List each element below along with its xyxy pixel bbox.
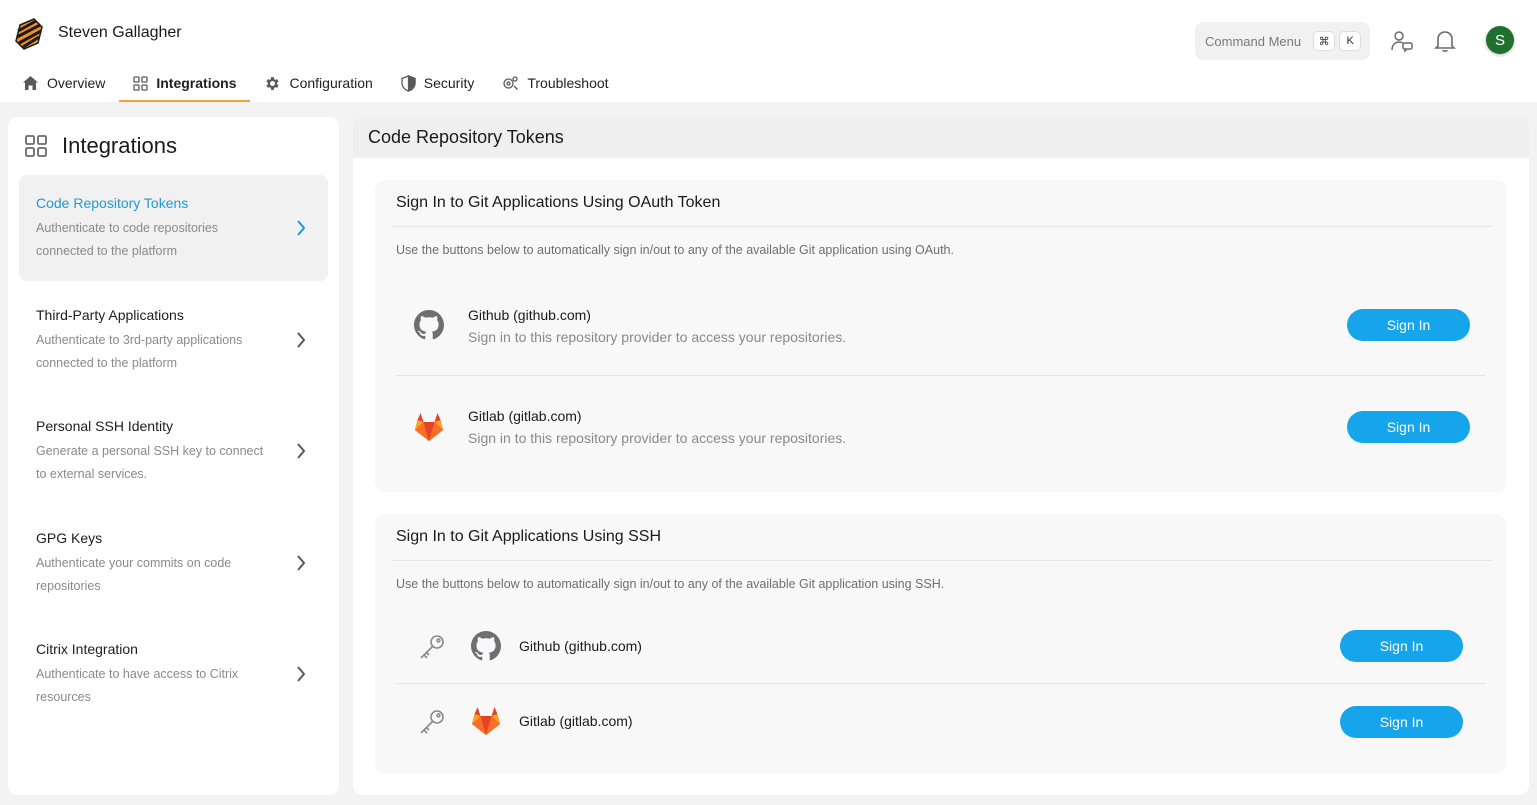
sidebar: Integrations Code Repository Tokens Auth…	[8, 117, 339, 795]
provider-desc: Sign in to this repository provider to a…	[468, 430, 847, 446]
sidebar-item-code-repository-tokens[interactable]: Code Repository Tokens Authenticate to c…	[19, 175, 328, 281]
command-menu-button[interactable]: Command Menu ⌘ K	[1195, 22, 1370, 60]
bell-icon[interactable]	[1432, 28, 1458, 54]
sidebar-title: Integrations	[24, 133, 177, 159]
chevron-right-icon	[297, 332, 306, 348]
grid-icon	[133, 75, 149, 91]
chevron-right-icon	[297, 443, 306, 459]
gitlab-icon	[469, 704, 503, 738]
chevron-right-icon	[297, 220, 306, 236]
command-key: ⌘	[1313, 31, 1336, 51]
tab-troubleshoot[interactable]: Troubleshoot	[488, 64, 622, 102]
troubleshoot-icon	[503, 75, 519, 90]
sidebar-item-title: Code Repository Tokens	[36, 195, 189, 211]
tab-label: Integrations	[156, 75, 237, 91]
sidebar-item-desc: Generate a personal SSH key to connect t…	[36, 444, 264, 481]
gear-icon	[266, 76, 280, 90]
provider-name: Gitlab (gitlab.com)	[519, 713, 633, 729]
sidebar-item-title: Citrix Integration	[36, 641, 138, 657]
tab-overview[interactable]: Overview	[0, 64, 119, 102]
github-icon	[412, 308, 446, 342]
sidebar-item-desc: Authenticate to have access to Citrix re…	[36, 667, 239, 704]
user-chat-icon[interactable]	[1389, 28, 1415, 54]
ssh-card-title: Sign In to Git Applications Using SSH	[396, 528, 662, 545]
divider	[396, 683, 1486, 684]
tab-label: Configuration	[289, 75, 373, 91]
grid-icon	[25, 135, 47, 157]
github-oauth-sign-in-button[interactable]: Sign In	[1347, 309, 1470, 341]
tab-label: Troubleshoot	[527, 75, 609, 91]
app-logo-icon[interactable]	[14, 17, 44, 51]
sidebar-item-desc: Authenticate your commits on code reposi…	[36, 556, 232, 593]
home-icon	[23, 76, 38, 90]
provider-name: Github (github.com)	[468, 307, 591, 323]
divider	[391, 560, 1492, 561]
chevron-right-icon	[297, 666, 306, 682]
shield-icon	[401, 74, 416, 92]
key-icon	[415, 630, 449, 664]
command-menu-label: Command Menu	[1205, 33, 1302, 49]
k-key: K	[1339, 31, 1362, 51]
divider	[396, 375, 1486, 376]
provider-name: Gitlab (gitlab.com)	[468, 408, 582, 424]
divider	[391, 226, 1492, 227]
github-icon	[469, 629, 503, 663]
sidebar-item-gpg-keys[interactable]: GPG Keys Authenticate your commits on co…	[19, 510, 328, 616]
top-header: Steven Gallagher Command Menu ⌘ K S Over…	[0, 0, 1537, 102]
gitlab-icon	[412, 410, 446, 444]
ssh-card-desc: Use the buttons below to automatically s…	[396, 577, 945, 591]
main-panel: Code Repository Tokens Sign In to Git Ap…	[353, 117, 1529, 795]
tab-configuration[interactable]: Configuration	[250, 64, 386, 102]
key-icon	[415, 705, 449, 739]
gitlab-oauth-sign-in-button[interactable]: Sign In	[1347, 411, 1470, 443]
user-name: Steven Gallagher	[58, 24, 182, 41]
sidebar-item-citrix-integration[interactable]: Citrix Integration Authenticate to have …	[19, 621, 328, 727]
sidebar-item-title: GPG Keys	[36, 530, 103, 546]
tab-security[interactable]: Security	[387, 64, 489, 102]
provider-name: Github (github.com)	[519, 638, 642, 654]
provider-desc: Sign in to this repository provider to a…	[468, 329, 847, 345]
tab-label: Overview	[47, 75, 106, 91]
gitlab-ssh-sign-in-button[interactable]: Sign In	[1340, 706, 1463, 738]
chevron-right-icon	[297, 555, 306, 571]
ssh-card: Sign In to Git Applications Using SSH Us…	[375, 514, 1506, 773]
page-title: Code Repository Tokens	[353, 117, 1529, 158]
github-ssh-sign-in-button[interactable]: Sign In	[1340, 630, 1463, 662]
sidebar-item-title: Personal SSH Identity	[36, 418, 173, 434]
sidebar-title-text: Integrations	[62, 133, 177, 158]
sidebar-item-desc: Authenticate to code repositories connec…	[36, 221, 219, 258]
nav-tabs: Overview Integrations Configuration Secu…	[0, 64, 623, 102]
avatar[interactable]: S	[1486, 26, 1514, 54]
sidebar-item-desc: Authenticate to 3rd-party applications c…	[36, 333, 243, 370]
tab-integrations[interactable]: Integrations	[119, 64, 251, 102]
tab-label: Security	[423, 75, 475, 91]
sidebar-item-title: Third-Party Applications	[36, 307, 184, 323]
sidebar-item-third-party-applications[interactable]: Third-Party Applications Authenticate to…	[19, 287, 328, 393]
oauth-card: Sign In to Git Applications Using OAuth …	[375, 180, 1506, 492]
oauth-card-desc: Use the buttons below to automatically s…	[396, 243, 954, 257]
sidebar-item-personal-ssh-identity[interactable]: Personal SSH Identity Generate a persona…	[19, 398, 328, 504]
oauth-card-title: Sign In to Git Applications Using OAuth …	[396, 194, 721, 211]
